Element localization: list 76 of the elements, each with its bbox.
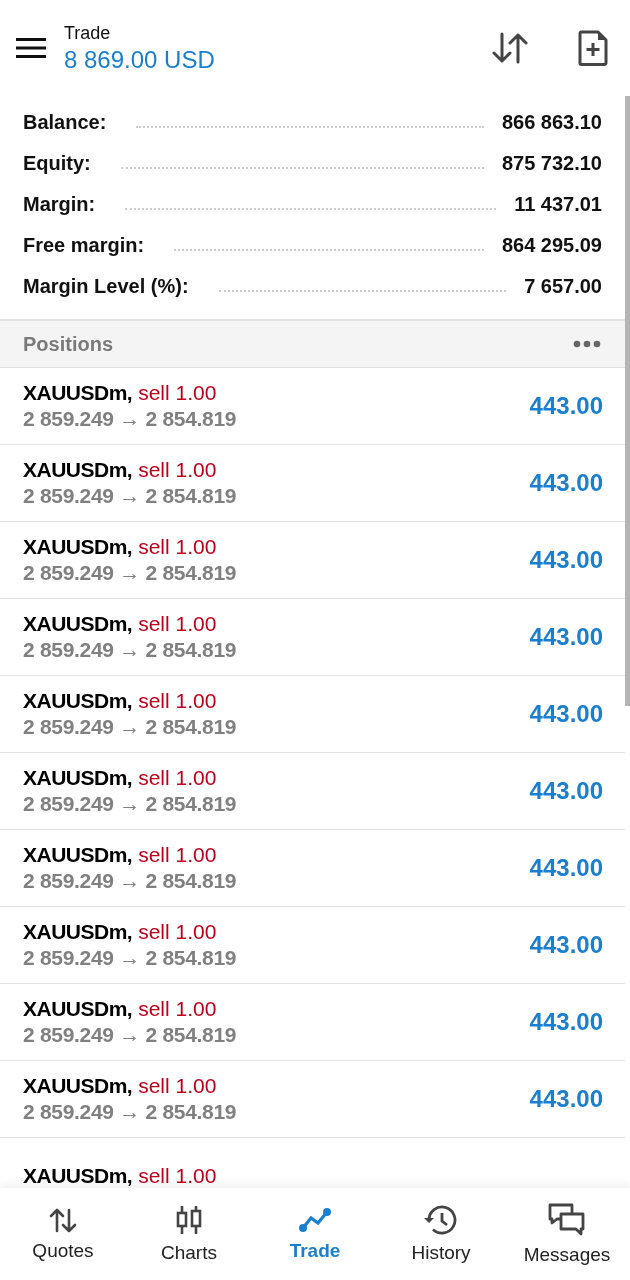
- price-change: 2 859.249 → 2 854.819: [23, 946, 238, 970]
- order-side: sell 1.00: [138, 766, 217, 790]
- price-change: 2 859.249 → 2 854.819: [23, 715, 238, 739]
- price-change: 2 859.249 → 2 854.819: [23, 638, 238, 662]
- price-change: 2 859.249 → 2 854.819: [23, 869, 238, 893]
- profit: 443.00: [529, 854, 603, 882]
- order-side: sell 1.00: [138, 997, 217, 1021]
- profit: 443.00: [529, 623, 603, 651]
- scrollbar[interactable]: [625, 96, 630, 706]
- symbol: XAUUSDm,: [23, 689, 133, 713]
- symbol: XAUUSDm,: [23, 997, 133, 1021]
- order-side: sell 1.00: [138, 689, 217, 713]
- profit: 443.00: [529, 469, 603, 497]
- symbol: XAUUSDm,: [23, 1074, 133, 1098]
- nav-tab[interactable]: History: [378, 1188, 504, 1280]
- order-side: sell 1.00: [138, 843, 217, 867]
- price-change: 2 859.249 → 2 854.819: [23, 484, 238, 508]
- profit: 443.00: [529, 777, 603, 805]
- summary-label: Margin:: [23, 193, 96, 216]
- position-row[interactable]: XAUUSDm, sell 1.00 2 859.249 → 2 854.819 443.00: [0, 830, 625, 907]
- order-side: sell 1.00: [138, 381, 217, 405]
- summary-value: 864 295.09: [501, 234, 602, 257]
- nav-tab[interactable]: Quotes: [0, 1188, 126, 1280]
- symbol: XAUUSDm,: [23, 535, 133, 559]
- sort-icon[interactable]: [492, 31, 528, 65]
- price-change: 2 859.249 → 2 854.819: [23, 792, 238, 816]
- summary-value: 11 437.01: [514, 193, 602, 216]
- order-side: sell 1.00: [138, 920, 217, 944]
- screen-title: Trade: [64, 22, 112, 44]
- order-side: sell 1.00: [138, 1164, 217, 1188]
- price-change: 2 859.249 → 2 854.819: [23, 407, 238, 431]
- summary-label: Balance:: [23, 111, 107, 134]
- symbol: XAUUSDm,: [23, 766, 133, 790]
- up-down-arrows-icon: [48, 1206, 78, 1234]
- price-change: 2 859.249 → 2 854.819: [23, 561, 238, 585]
- order-side: sell 1.00: [138, 1074, 217, 1098]
- symbol: XAUUSDm,: [23, 612, 133, 636]
- chat-bubbles-icon: [547, 1202, 587, 1238]
- menu-icon[interactable]: [16, 37, 46, 59]
- summary-value: 7 657.00: [524, 275, 602, 298]
- symbol: XAUUSDm,: [23, 843, 133, 867]
- position-row[interactable]: XAUUSDm, sell 1.00 2 859.249 → 2 854.819 443.00: [0, 1061, 625, 1138]
- position-row[interactable]: XAUUSDm, sell 1.00 2 859.249 → 2 854.819 443.00: [0, 907, 625, 984]
- nav-tab[interactable]: Trade: [252, 1188, 378, 1280]
- section-title: Positions: [23, 332, 113, 356]
- nav-tab[interactable]: Messages: [504, 1188, 630, 1280]
- price-change: 2 859.249 → 2 854.819: [23, 1023, 238, 1047]
- history-icon: [424, 1204, 458, 1236]
- summary-label: Equity:: [23, 152, 91, 175]
- order-side: sell 1.00: [138, 535, 217, 559]
- nav-tab[interactable]: Charts: [126, 1188, 252, 1280]
- summary-value: 875 732.10: [501, 152, 602, 175]
- account-balance: 8 869.00 USD: [64, 45, 216, 74]
- symbol: XAUUSDm,: [23, 458, 133, 482]
- price-change: 2 859.249 → 2 854.819: [23, 1100, 238, 1124]
- summary-value: 866 863.10: [501, 111, 602, 134]
- profit: 443.00: [529, 931, 603, 959]
- profit: 443.00: [529, 392, 603, 420]
- line-chart-icon: [298, 1206, 332, 1234]
- more-icon[interactable]: [573, 340, 601, 348]
- symbol: XAUUSDm,: [23, 381, 133, 405]
- profit: 443.00: [529, 1008, 603, 1036]
- profit: 443.00: [529, 700, 603, 728]
- order-side: sell 1.00: [138, 458, 217, 482]
- order-side: sell 1.00: [138, 612, 217, 636]
- position-row[interactable]: XAUUSDm, sell 1.00 2 859.249 → 2 854.819 443.00: [0, 676, 625, 753]
- summary-label: Margin Level (%):: [23, 275, 189, 298]
- position-row[interactable]: XAUUSDm, sell 1.00 2 859.249 → 2 854.819 443.00: [0, 753, 625, 830]
- symbol: XAUUSDm,: [23, 920, 133, 944]
- position-row[interactable]: XAUUSDm, sell 1.00 2 859.249 → 2 854.819 443.00: [0, 984, 625, 1061]
- candlestick-icon: [174, 1204, 204, 1236]
- new-order-icon[interactable]: [578, 30, 608, 66]
- summary-label: Free margin:: [23, 234, 145, 257]
- profit: 443.00: [529, 1085, 603, 1113]
- symbol: XAUUSDm,: [23, 1164, 133, 1188]
- profit: 443.00: [529, 546, 603, 574]
